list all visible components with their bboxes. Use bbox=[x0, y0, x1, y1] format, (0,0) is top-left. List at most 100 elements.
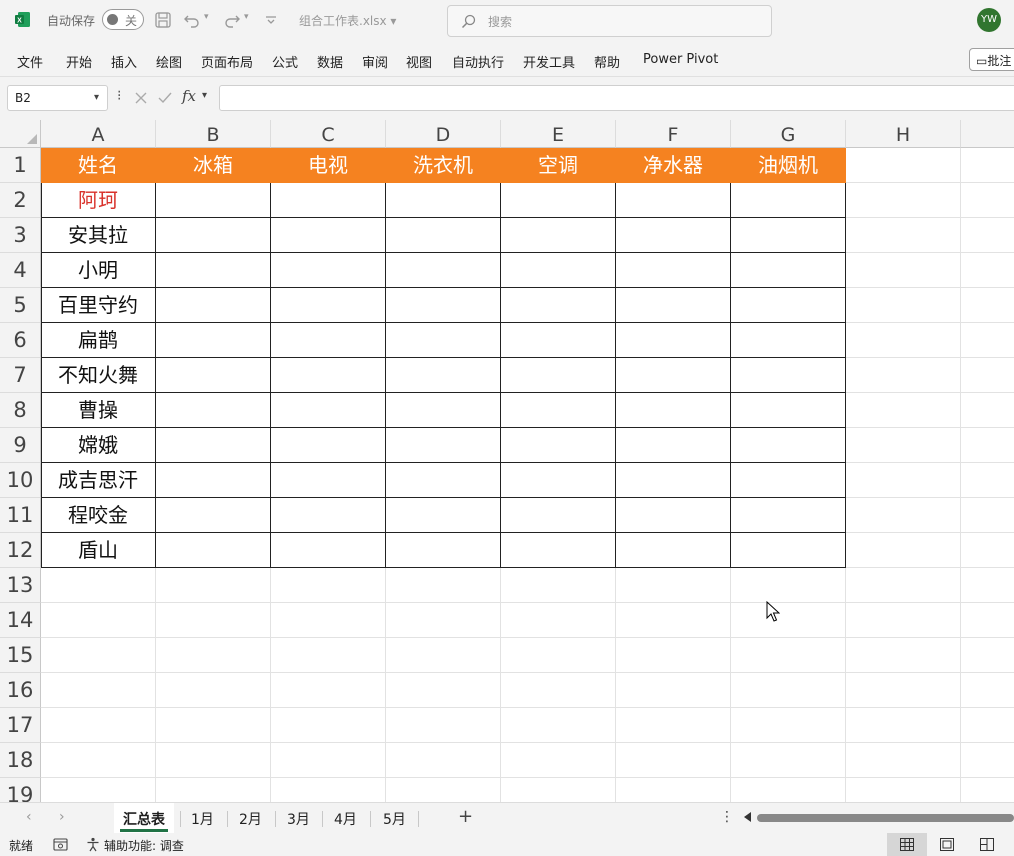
redo-icon[interactable] bbox=[222, 10, 242, 30]
name-cell[interactable]: 成吉思汗 bbox=[41, 463, 156, 498]
row-head-1[interactable]: 1 bbox=[0, 148, 41, 183]
name-cell[interactable]: 安其拉 bbox=[41, 218, 156, 253]
table-cell[interactable] bbox=[271, 533, 386, 568]
header-cell[interactable]: 净水器 bbox=[616, 148, 731, 183]
table-cell[interactable] bbox=[386, 533, 501, 568]
table-cell[interactable] bbox=[616, 358, 731, 393]
row-head-3[interactable]: 3 bbox=[0, 218, 41, 253]
table-cell[interactable] bbox=[501, 498, 616, 533]
table-cell[interactable] bbox=[386, 183, 501, 218]
table-cell[interactable] bbox=[501, 288, 616, 323]
table-cell[interactable] bbox=[156, 183, 271, 218]
tab-review[interactable]: 审阅 bbox=[362, 52, 388, 71]
row-head-15[interactable]: 15 bbox=[0, 638, 41, 673]
table-cell[interactable] bbox=[616, 533, 731, 568]
table-cell[interactable] bbox=[616, 393, 731, 428]
insert-function-icon[interactable]: fx bbox=[182, 87, 196, 105]
row-head-2[interactable]: 2 bbox=[0, 183, 41, 218]
table-cell[interactable] bbox=[271, 183, 386, 218]
row-head-18[interactable]: 18 bbox=[0, 743, 41, 778]
header-cell[interactable]: 电视 bbox=[271, 148, 386, 183]
row-head-6[interactable]: 6 bbox=[0, 323, 41, 358]
name-cell[interactable]: 阿珂 bbox=[41, 183, 156, 218]
macro-record-icon[interactable] bbox=[53, 838, 68, 851]
table-cell[interactable] bbox=[616, 428, 731, 463]
table-cell[interactable] bbox=[731, 393, 846, 428]
save-icon[interactable] bbox=[153, 10, 173, 30]
col-head-b[interactable]: B bbox=[156, 120, 271, 148]
formula-input[interactable] bbox=[219, 85, 1014, 111]
customize-toolbar-icon[interactable] bbox=[261, 10, 281, 30]
table-cell[interactable] bbox=[386, 253, 501, 288]
header-cell[interactable]: 冰箱 bbox=[156, 148, 271, 183]
table-cell[interactable] bbox=[386, 358, 501, 393]
row-head-19[interactable]: 19 bbox=[0, 778, 41, 802]
table-cell[interactable] bbox=[501, 183, 616, 218]
name-cell[interactable]: 不知火舞 bbox=[41, 358, 156, 393]
header-cell[interactable]: 空调 bbox=[501, 148, 616, 183]
row-head-7[interactable]: 7 bbox=[0, 358, 41, 393]
undo-dropdown-icon[interactable]: ▾ bbox=[204, 12, 209, 22]
comments-button[interactable]: ▭批注 bbox=[969, 48, 1014, 71]
col-head-d[interactable]: D bbox=[386, 120, 501, 148]
cancel-icon[interactable] bbox=[133, 90, 149, 106]
table-cell[interactable] bbox=[616, 323, 731, 358]
row-head-13[interactable]: 13 bbox=[0, 568, 41, 603]
col-head-e[interactable]: E bbox=[501, 120, 616, 148]
header-cell[interactable]: 姓名 bbox=[41, 148, 156, 183]
name-cell[interactable]: 盾山 bbox=[41, 533, 156, 568]
avatar[interactable]: YW bbox=[977, 8, 1001, 32]
chevron-left-icon[interactable]: ‹ bbox=[26, 809, 32, 825]
chevron-right-icon[interactable]: › bbox=[59, 809, 65, 825]
page-layout-view-button[interactable] bbox=[927, 833, 967, 856]
table-cell[interactable] bbox=[501, 253, 616, 288]
col-head-i[interactable] bbox=[961, 120, 1014, 148]
select-all-corner[interactable] bbox=[0, 120, 41, 148]
table-cell[interactable] bbox=[731, 323, 846, 358]
add-sheet-button[interactable]: + bbox=[458, 806, 473, 827]
tab-developer[interactable]: 开发工具 bbox=[523, 52, 575, 71]
row-head-4[interactable]: 4 bbox=[0, 253, 41, 288]
sheet-tab-feb[interactable]: 2月 bbox=[239, 809, 262, 829]
row-head-8[interactable]: 8 bbox=[0, 393, 41, 428]
tab-page-layout[interactable]: 页面布局 bbox=[201, 52, 253, 71]
col-head-f[interactable]: F bbox=[616, 120, 731, 148]
table-cell[interactable] bbox=[271, 218, 386, 253]
table-cell[interactable] bbox=[271, 358, 386, 393]
name-cell[interactable]: 小明 bbox=[41, 253, 156, 288]
table-cell[interactable] bbox=[501, 533, 616, 568]
sheet-tab-apr[interactable]: 4月 bbox=[334, 809, 357, 829]
chevron-down-icon[interactable]: ▾ bbox=[94, 92, 99, 103]
table-cell[interactable] bbox=[501, 428, 616, 463]
name-cell[interactable]: 嫦娥 bbox=[41, 428, 156, 463]
sheet-tab-may[interactable]: 5月 bbox=[383, 809, 406, 829]
table-cell[interactable] bbox=[156, 253, 271, 288]
name-cell[interactable]: 曹操 bbox=[41, 393, 156, 428]
table-cell[interactable] bbox=[156, 533, 271, 568]
more-options-icon[interactable]: ⋮ bbox=[720, 809, 734, 825]
more-options-icon[interactable]: ⁝ bbox=[117, 88, 121, 104]
table-cell[interactable] bbox=[731, 533, 846, 568]
table-cell[interactable] bbox=[386, 323, 501, 358]
header-cell[interactable]: 油烟机 bbox=[731, 148, 846, 183]
redo-dropdown-icon[interactable]: ▾ bbox=[244, 12, 249, 22]
accessibility-status[interactable]: 辅助功能: 调查 bbox=[104, 837, 184, 854]
table-cell[interactable] bbox=[271, 463, 386, 498]
tab-insert[interactable]: 插入 bbox=[111, 52, 137, 71]
table-cell[interactable] bbox=[271, 288, 386, 323]
table-cell[interactable] bbox=[501, 358, 616, 393]
sheet-tab-jan[interactable]: 1月 bbox=[191, 809, 214, 829]
table-cell[interactable] bbox=[501, 393, 616, 428]
row-head-12[interactable]: 12 bbox=[0, 533, 41, 568]
row-head-17[interactable]: 17 bbox=[0, 708, 41, 743]
table-cell[interactable] bbox=[616, 218, 731, 253]
row-head-14[interactable]: 14 bbox=[0, 603, 41, 638]
name-cell[interactable]: 扁鹊 bbox=[41, 323, 156, 358]
table-cell[interactable] bbox=[156, 463, 271, 498]
tab-file[interactable]: 文件 bbox=[17, 52, 43, 71]
table-cell[interactable] bbox=[731, 288, 846, 323]
table-cell[interactable] bbox=[156, 428, 271, 463]
table-cell[interactable] bbox=[731, 358, 846, 393]
row-head-11[interactable]: 11 bbox=[0, 498, 41, 533]
table-cell[interactable] bbox=[731, 253, 846, 288]
